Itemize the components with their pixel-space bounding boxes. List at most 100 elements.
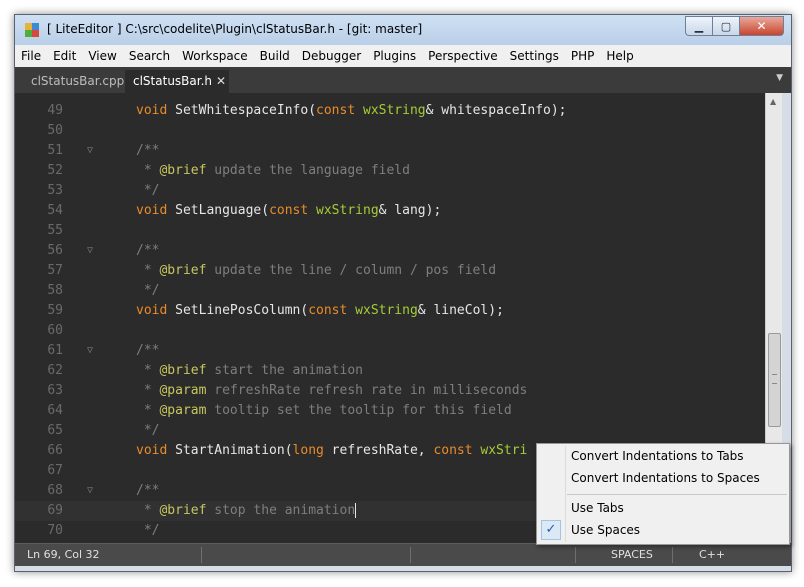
code-line[interactable]: 57 * @brief update the line / column / p… xyxy=(15,261,765,281)
status-divider xyxy=(672,547,673,563)
line-number: 68 xyxy=(47,483,63,498)
checkmark-icon: ✓ xyxy=(541,520,561,540)
line-number: 66 xyxy=(47,443,63,458)
scrollbar-thumb[interactable] xyxy=(768,333,781,427)
fold-marker-icon[interactable]: ▽ xyxy=(87,341,93,361)
menu-view[interactable]: View xyxy=(82,49,122,63)
code-text: * @brief update the language field xyxy=(136,163,410,178)
text-caret xyxy=(355,503,357,518)
code-text: * @param tooltip set the tooltip for thi… xyxy=(136,403,512,418)
menu-item-convert-to-spaces[interactable]: Convert Indentations to Spaces xyxy=(538,467,788,489)
line-number: 70 xyxy=(47,523,63,538)
line-number: 56 xyxy=(47,243,63,258)
menu-item-label: Convert Indentations to Tabs xyxy=(571,449,744,463)
menu-item-label: Use Spaces xyxy=(571,523,641,537)
tab-clstatusbar-h[interactable]: clStatusBar.h ✕ xyxy=(125,70,229,93)
menu-item-convert-to-tabs[interactable]: Convert Indentations to Tabs xyxy=(538,445,788,467)
editor-tab-bar: clStatusBar.cpp clStatusBar.h ✕ ▼ xyxy=(15,67,791,93)
fold-marker-icon[interactable]: ▽ xyxy=(87,241,93,261)
line-number: 67 xyxy=(47,463,63,478)
code-text: * @brief update the line / column / pos … xyxy=(136,263,497,278)
indent-mode-field[interactable]: SPACES xyxy=(611,544,653,566)
code-line[interactable]: 54 void SetLanguage(const wxString& lang)… xyxy=(15,201,765,221)
tab-close-icon[interactable]: ✕ xyxy=(216,74,226,88)
code-text: */ xyxy=(136,423,160,438)
status-bar: Ln 69, Col 32 SPACES C++ xyxy=(15,543,791,566)
line-number: 58 xyxy=(47,283,63,298)
code-line[interactable]: 63 * @param refreshRate refresh rate in … xyxy=(15,381,765,401)
tab-clstatusbar-cpp[interactable]: clStatusBar.cpp xyxy=(23,70,133,93)
scroll-up-icon[interactable]: ▲ xyxy=(770,97,776,106)
menu-debugger[interactable]: Debugger xyxy=(296,49,367,63)
menu-item-use-tabs[interactable]: Use Tabs xyxy=(538,497,788,519)
close-icon: ✕ xyxy=(756,19,767,33)
menu-bar: File Edit View Search Workspace Build De… xyxy=(15,45,791,68)
line-number: 60 xyxy=(47,323,63,338)
window-title: [ LiteEditor ] C:\src\codelite\Plugin\cl… xyxy=(47,22,423,36)
code-text: */ xyxy=(136,283,160,298)
menu-item-label: Use Tabs xyxy=(571,501,624,515)
code-line[interactable]: 61 ▽ /** xyxy=(15,341,765,361)
line-number: 65 xyxy=(47,423,63,438)
code-line[interactable]: 60 xyxy=(15,321,765,341)
code-line[interactable]: 55 xyxy=(15,221,765,241)
code-text: void SetLinePosColumn(const wxString& li… xyxy=(136,303,504,318)
code-line[interactable]: 50 xyxy=(15,121,765,141)
window-controls: ▁ ▢ ✕ xyxy=(685,16,784,36)
status-divider xyxy=(410,547,411,563)
tab-label: clStatusBar.h xyxy=(133,74,213,88)
line-number: 55 xyxy=(47,223,63,238)
code-text: /** xyxy=(136,243,160,258)
fold-marker-icon[interactable]: ▽ xyxy=(87,141,93,161)
code-line[interactable]: 49 void SetWhitespaceInfo(const wxString&… xyxy=(15,101,765,121)
menu-search[interactable]: Search xyxy=(123,49,176,63)
menu-settings[interactable]: Settings xyxy=(504,49,565,63)
line-number: 69 xyxy=(47,503,63,518)
menu-item-label: Convert Indentations to Spaces xyxy=(571,471,760,485)
maximize-button[interactable]: ▢ xyxy=(712,16,739,36)
grip-icon xyxy=(772,374,777,384)
code-line[interactable]: 52 * @brief update the language field xyxy=(15,161,765,181)
code-text: */ xyxy=(136,523,160,538)
code-line[interactable]: 62 * @brief start the animation xyxy=(15,361,765,381)
menu-plugins[interactable]: Plugins xyxy=(367,49,422,63)
code-line[interactable]: 53 */ xyxy=(15,181,765,201)
menu-help[interactable]: Help xyxy=(600,49,639,63)
minimize-button[interactable]: ▁ xyxy=(685,16,712,36)
maximize-icon: ▢ xyxy=(720,19,732,33)
line-number: 59 xyxy=(47,303,63,318)
code-line[interactable]: 56 ▽ /** xyxy=(15,241,765,261)
fold-marker-icon[interactable]: ▽ xyxy=(87,481,93,501)
menu-perspective[interactable]: Perspective xyxy=(422,49,504,63)
code-text: void SetWhitespaceInfo(const wxString& w… xyxy=(136,103,567,118)
tab-label: clStatusBar.cpp xyxy=(31,74,125,88)
liteeditor-logo-icon xyxy=(25,23,39,37)
language-field[interactable]: C++ xyxy=(699,544,725,566)
line-number: 49 xyxy=(47,103,63,118)
tab-list-dropdown-icon[interactable]: ▼ xyxy=(776,73,783,83)
menu-separator xyxy=(567,494,787,495)
minimize-icon: ▁ xyxy=(694,19,704,33)
menu-php[interactable]: PHP xyxy=(565,49,601,63)
title-bar[interactable]: [ LiteEditor ] C:\src\codelite\Plugin\cl… xyxy=(15,15,791,45)
line-number: 63 xyxy=(47,383,63,398)
status-divider xyxy=(201,547,202,563)
code-line[interactable]: 58 */ xyxy=(15,281,765,301)
menu-workspace[interactable]: Workspace xyxy=(176,49,254,63)
code-line[interactable]: 59 void SetLinePosColumn(const wxString& … xyxy=(15,301,765,321)
code-line[interactable]: 65 */ xyxy=(15,421,765,441)
code-text: /** xyxy=(136,143,160,158)
code-text: */ xyxy=(136,183,160,198)
menu-file[interactable]: File xyxy=(15,49,47,63)
code-line[interactable]: 51 ▽ /** xyxy=(15,141,765,161)
code-text: * @brief stop the animation xyxy=(136,503,357,518)
close-button[interactable]: ✕ xyxy=(739,16,784,36)
menu-build[interactable]: Build xyxy=(254,49,296,63)
line-number: 51 xyxy=(47,143,63,158)
code-line[interactable]: 64 * @param tooltip set the tooltip for … xyxy=(15,401,765,421)
line-number: 62 xyxy=(47,363,63,378)
code-text: /** xyxy=(136,343,160,358)
menu-edit[interactable]: Edit xyxy=(47,49,82,63)
menu-item-use-spaces[interactable]: ✓ Use Spaces xyxy=(538,519,788,541)
cursor-position: Ln 69, Col 32 xyxy=(27,548,100,561)
